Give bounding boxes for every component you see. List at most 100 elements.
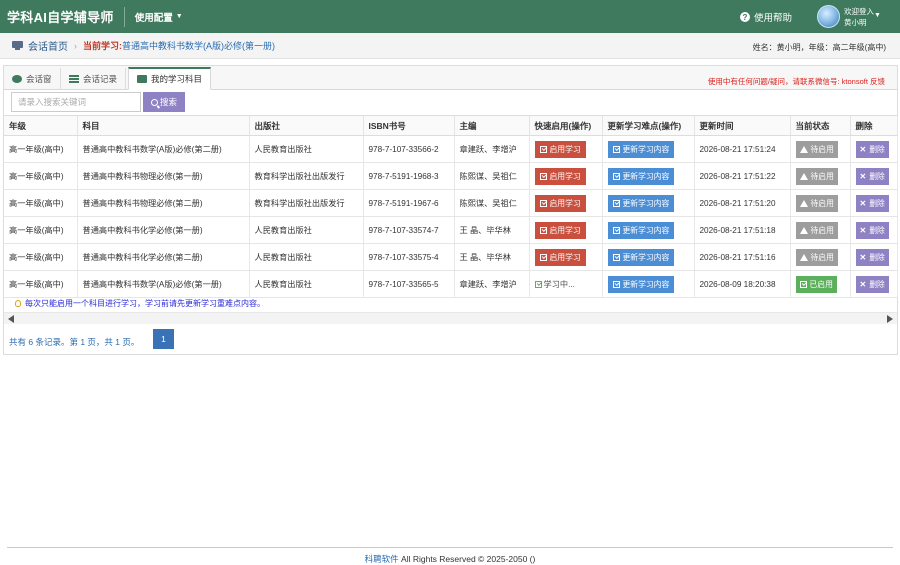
cell-isbn: 978-7-107-33575-4 xyxy=(363,243,455,271)
cell-grade: 高一年级(高中) xyxy=(4,162,78,190)
update-content-button[interactable]: 更新学习内容 xyxy=(607,248,675,266)
pagination-summary: 共有 6 条记录。第 1 页，共 1 页。 xyxy=(9,337,140,347)
header-update-difficulties: 更新学习难点(操作) xyxy=(602,115,695,136)
search-input[interactable] xyxy=(11,92,141,112)
table-row: 高一年级(高中) 普通高中教科书物理必修(第二册) 教育科学出版社出版发行 97… xyxy=(4,189,898,217)
cell-status: 待启用 xyxy=(790,189,851,217)
user-chevron-down-icon[interactable]: ▼ xyxy=(874,12,881,19)
warning-icon xyxy=(799,145,808,153)
current-learning-value[interactable]: 普通高中教科书数学(A版)必修(第一册) xyxy=(122,39,275,52)
header-delete: 删除 xyxy=(850,115,898,136)
status-label: 待启用 xyxy=(810,225,834,235)
warning-icon xyxy=(799,172,808,180)
warning-icon xyxy=(799,253,808,261)
delete-button[interactable]: ✕ 删除 xyxy=(855,194,889,212)
status-badge: 待启用 xyxy=(795,248,838,266)
close-icon: ✕ xyxy=(859,252,867,262)
update-content-button[interactable]: 更新学习内容 xyxy=(607,221,675,239)
update-content-button[interactable]: 更新学习内容 xyxy=(607,167,675,185)
scroll-left-icon[interactable] xyxy=(8,315,14,323)
header-subject[interactable]: 科目 xyxy=(77,115,250,136)
status-badge: 待启用 xyxy=(795,194,838,212)
delete-button[interactable]: ✕ 删除 xyxy=(855,167,889,185)
status-badge: 待启用 xyxy=(795,167,838,185)
cell-isbn: 978-7-107-33574-7 xyxy=(363,216,455,244)
page-button-current[interactable]: 1 xyxy=(153,329,174,349)
tab-chat-history[interactable]: 会话记录 xyxy=(61,68,127,90)
cell-action: 学习中... xyxy=(529,270,603,298)
cell-publisher: 人民教育出版社 xyxy=(249,135,364,163)
tab-label: 我的学习科目 xyxy=(151,74,203,84)
cell-grade: 高一年级(高中) xyxy=(4,189,78,217)
header-publisher[interactable]: 出版社 xyxy=(249,115,364,136)
breadcrumb: 会话首页 › 当前学习: 普通高中教科书数学(A版)必修(第一册) 姓名：黄小明… xyxy=(0,33,900,59)
start-learning-button[interactable]: 启用学习 xyxy=(534,221,586,239)
button-label: 启用学习 xyxy=(549,225,581,235)
cell-publisher: 人民教育出版社 xyxy=(249,243,364,271)
checkbox-icon xyxy=(612,280,620,288)
cell-editor: 王 晶、毕华林 xyxy=(454,216,530,244)
start-learning-button[interactable]: 启用学习 xyxy=(534,167,586,185)
cell-delete: ✕ 删除 xyxy=(850,162,898,190)
delete-button[interactable]: ✕ 删除 xyxy=(855,140,889,158)
header-status[interactable]: 当前状态 xyxy=(790,115,851,136)
cell-subject: 普通高中教科书数学(A版)必修(第一册) xyxy=(77,270,250,298)
horizontal-scrollbar[interactable] xyxy=(4,312,897,324)
table-row: 高一年级(高中) 普通高中教科书化学必修(第二册) 人民教育出版社 978-7-… xyxy=(4,243,898,271)
scroll-right-icon[interactable] xyxy=(887,315,893,323)
checkbox-icon xyxy=(612,199,620,207)
cell-status: 待启用 xyxy=(790,135,851,163)
search-button[interactable]: 搜索 xyxy=(143,92,185,112)
checkbox-icon xyxy=(612,145,620,153)
cell-action: 启用学习 xyxy=(529,162,603,190)
cell-delete: ✕ 删除 xyxy=(850,135,898,163)
help-link[interactable]: ? 使用帮助 xyxy=(740,10,792,24)
delete-button[interactable]: ✕ 删除 xyxy=(855,221,889,239)
button-label: 删除 xyxy=(869,171,885,181)
cell-action: 启用学习 xyxy=(529,216,603,244)
delete-button[interactable]: ✕ 删除 xyxy=(855,248,889,266)
footer-link[interactable]: 科聘软件 xyxy=(365,554,399,564)
checkbox-icon xyxy=(539,199,547,207)
list-icon xyxy=(69,75,79,83)
cell-status: 已启用 xyxy=(790,270,851,298)
status-label: 待启用 xyxy=(810,198,834,208)
config-menu[interactable]: 使用配置 ▼ xyxy=(135,10,183,24)
checkbox-icon xyxy=(539,253,547,261)
button-label: 启用学习 xyxy=(549,144,581,154)
breadcrumb-home[interactable]: 会话首页 xyxy=(28,38,68,53)
cell-publisher: 人民教育出版社 xyxy=(249,270,364,298)
delete-button[interactable]: ✕ 删除 xyxy=(855,275,889,293)
cell-update: 更新学习内容 xyxy=(602,243,695,271)
header-isbn[interactable]: ISBN书号 xyxy=(363,115,455,136)
avatar[interactable] xyxy=(817,5,840,28)
button-label: 删除 xyxy=(869,279,885,289)
start-learning-button[interactable]: 启用学习 xyxy=(534,194,586,212)
update-content-button[interactable]: 更新学习内容 xyxy=(607,194,675,212)
cell-time: 2026-08-21 17:51:16 xyxy=(694,243,791,271)
button-label: 启用学习 xyxy=(549,171,581,181)
header-update-time[interactable]: 更新时间 xyxy=(694,115,791,136)
table-row: 高一年级(高中) 普通高中教科书化学必修(第一册) 人民教育出版社 978-7-… xyxy=(4,216,898,244)
header-grade[interactable]: 年级 xyxy=(4,115,78,136)
cell-subject: 普通高中教科书化学必修(第二册) xyxy=(77,243,250,271)
table-row: 高一年级(高中) 普通高中教科书数学(A版)必修(第一册) 人民教育出版社 97… xyxy=(4,270,898,298)
update-content-button[interactable]: 更新学习内容 xyxy=(607,140,675,158)
tab-chat-window[interactable]: 会话窗 xyxy=(4,68,61,90)
start-learning-button[interactable]: 启用学习 xyxy=(534,140,586,158)
button-label: 启用学习 xyxy=(549,252,581,262)
cell-grade: 高一年级(高中) xyxy=(4,216,78,244)
update-content-button[interactable]: 更新学习内容 xyxy=(607,275,675,293)
header-editor[interactable]: 主编 xyxy=(454,115,530,136)
user-menu[interactable]: 欢迎登入 黄小明 xyxy=(844,6,874,28)
welcome-text: 欢迎登入 xyxy=(844,7,874,16)
tab-my-subjects[interactable]: 我的学习科目 xyxy=(128,67,212,90)
button-label: 更新学习内容 xyxy=(622,279,670,289)
app-brand[interactable]: 学科AI自学辅导师 xyxy=(7,7,114,26)
current-learning-label: 当前学习: xyxy=(83,41,122,51)
start-learning-button[interactable]: 启用学习 xyxy=(534,248,586,266)
search-icon xyxy=(150,98,158,106)
status-label: 已启用 xyxy=(809,279,833,289)
student-info: 姓名：黄小明，年级：高二年级(高中) xyxy=(752,43,886,52)
main-panel: 会话窗 会话记录 我的学习科目 使用中有任何问题/疑问，请联系微信号: kton… xyxy=(3,65,898,355)
